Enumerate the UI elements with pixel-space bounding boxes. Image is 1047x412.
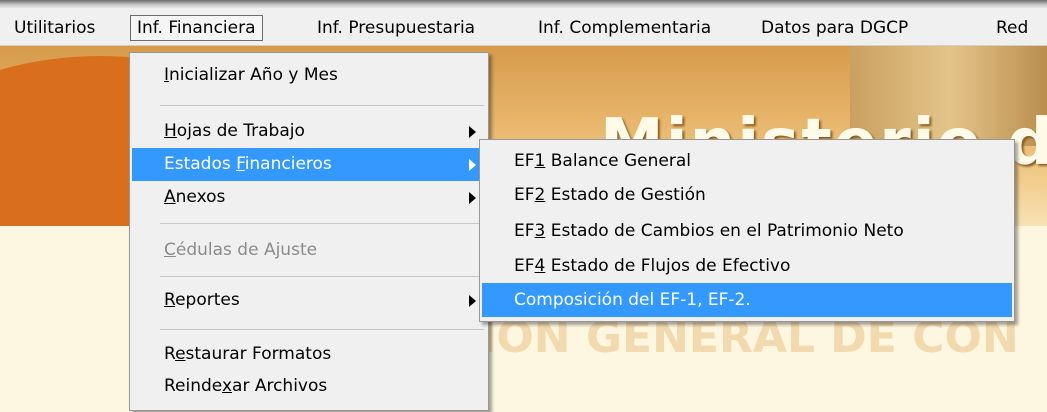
menu-item-label: Reinde <box>164 376 222 396</box>
menu-item-label: ojas de Trabajo <box>176 121 305 141</box>
menu-item-label: édulas de Ajuste <box>175 240 318 260</box>
submenu-item-accel: 1 <box>534 151 546 171</box>
menubar-utilitarios[interactable]: Utilitarios <box>8 15 101 41</box>
menu-item-label: eportes <box>175 290 240 310</box>
submenu-item-ef3[interactable]: EF3 Estado de Cambios en el Patrimonio N… <box>482 214 1012 248</box>
menu-item-accel: C <box>164 240 176 260</box>
menu-bar: Utilitarios Inf. Financiera Inf. Presupu… <box>0 8 1047 46</box>
menubar-datos-dgcp[interactable]: Datos para DGCP <box>755 15 914 41</box>
submenu-item-label: EF <box>514 185 535 205</box>
menu-item-accel: A <box>164 187 176 207</box>
menu-item-label: ar Archivos <box>232 376 328 396</box>
estados-financieros-submenu: EF1 Balance General EF2 Estado de Gestió… <box>479 139 1015 322</box>
submenu-item-label: Composición del EF-1, EF-2. <box>514 290 751 310</box>
inf-financiera-menu: Inicializar Año y Mes Hojas de Trabajo E… <box>129 52 489 411</box>
submenu-item-ef4[interactable]: EF4 Estado de Flujos de Efectivo <box>482 249 1012 283</box>
submenu-item-label: EF <box>514 221 535 241</box>
submenu-item-accel: 4 <box>534 256 546 276</box>
menu-item-label: inancieros <box>244 154 332 174</box>
menu-separator <box>160 223 484 224</box>
menu-item-label: staurar Formatos <box>185 344 332 364</box>
submenu-item-label: Estado de Flujos de Efectivo <box>545 256 791 276</box>
menu-item-label: nicializar Año y Mes <box>169 65 338 85</box>
submenu-item-composicion[interactable]: Composición del EF-1, EF-2. <box>482 283 1012 317</box>
submenu-arrow-icon <box>469 159 476 171</box>
submenu-item-ef2[interactable]: EF2 Estado de Gestión <box>482 178 1012 212</box>
menu-item-anexos[interactable]: Anexos <box>132 181 486 214</box>
submenu-item-accel: 2 <box>534 185 546 205</box>
submenu-item-ef1[interactable]: EF1 Balance General <box>482 144 1012 178</box>
menu-item-cedulas-ajuste: Cédulas de Ajuste <box>132 234 486 267</box>
menu-item-label: Estados <box>164 154 237 174</box>
menu-item-accel: R <box>164 290 176 310</box>
menu-item-reportes[interactable]: Reportes <box>132 284 486 317</box>
submenu-arrow-icon <box>469 295 476 307</box>
menu-item-label: nexos <box>175 187 226 207</box>
menu-item-label: R <box>164 344 176 364</box>
menu-item-accel: x <box>221 376 233 396</box>
submenu-item-label: EF <box>514 256 535 276</box>
menu-separator <box>160 276 484 277</box>
menu-item-accel: e <box>175 344 186 364</box>
submenu-item-label: Estado de Gestión <box>545 185 706 205</box>
submenu-item-accel: 3 <box>534 221 546 241</box>
menu-item-inicializar[interactable]: Inicializar Año y Mes <box>132 59 486 92</box>
menubar-inf-presupuestaria[interactable]: Inf. Presupuestaria <box>311 15 481 41</box>
menu-separator <box>160 105 484 106</box>
menubar-red[interactable]: Red <box>990 15 1034 41</box>
menu-item-accel: H <box>164 121 177 141</box>
menu-item-estados-financieros[interactable]: Estados Financieros <box>132 148 486 181</box>
submenu-arrow-icon <box>469 126 476 138</box>
submenu-item-label: Estado de Cambios en el Patrimonio Neto <box>545 221 904 241</box>
menu-separator <box>160 329 484 330</box>
menu-item-hojas-trabajo[interactable]: Hojas de Trabajo <box>132 115 486 148</box>
menu-item-reindexar-archivos[interactable]: Reindexar Archivos <box>132 370 486 403</box>
menu-item-accel: F <box>236 154 245 174</box>
submenu-item-label: Balance General <box>545 151 691 171</box>
menubar-inf-financiera[interactable]: Inf. Financiera <box>130 15 263 41</box>
window-top-edge <box>0 0 1047 8</box>
menu-item-restaurar-formatos[interactable]: Restaurar Formatos <box>132 338 486 371</box>
submenu-arrow-icon <box>469 192 476 204</box>
menubar-inf-complementaria[interactable]: Inf. Complementaria <box>532 15 717 41</box>
submenu-item-label: EF <box>514 151 535 171</box>
